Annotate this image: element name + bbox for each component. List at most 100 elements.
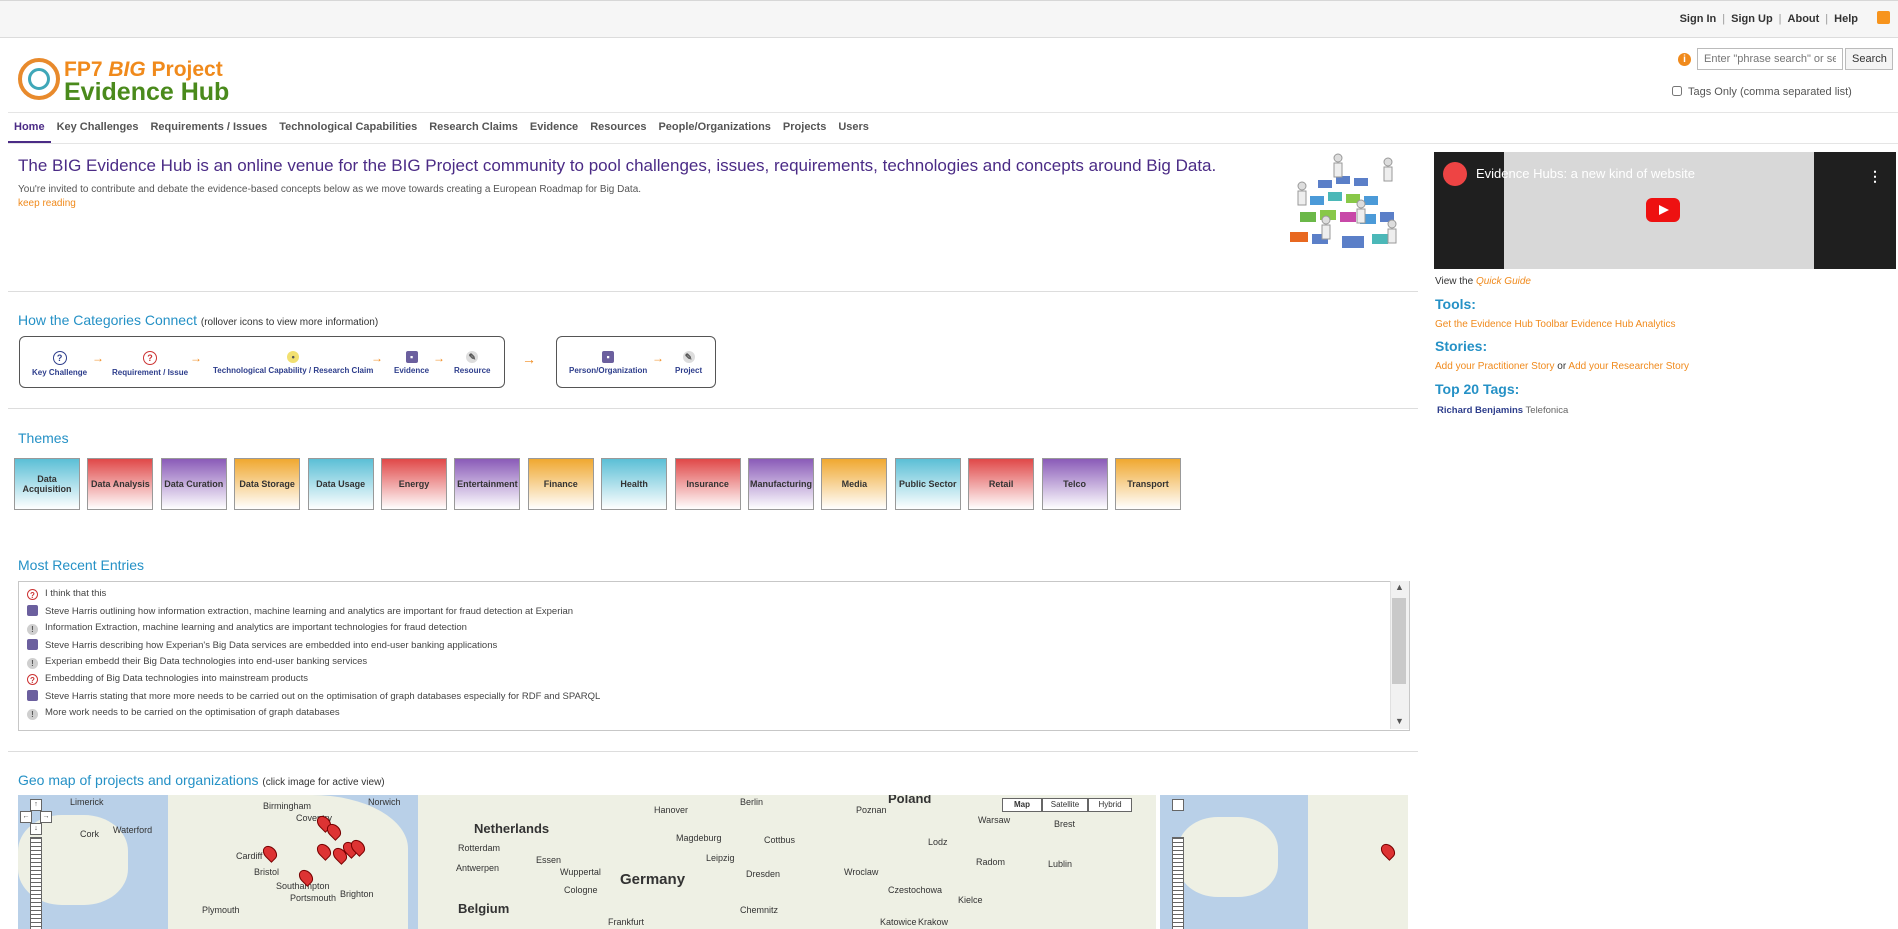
about-link[interactable]: About <box>1788 13 1820 25</box>
tags-only-checkbox[interactable] <box>1672 86 1682 96</box>
recent-entry[interactable]: Steve Harris stating that more more need… <box>27 690 600 702</box>
theme-tile[interactable]: Health <box>601 458 668 510</box>
recent-entries-list[interactable]: ? I think that this Steve Harris outlining… <box>18 581 1410 731</box>
zoom-slider[interactable] <box>30 837 42 929</box>
theme-tile[interactable]: Manufacturing <box>748 458 814 510</box>
recent-entry-text: Steve Harris describing how Experian's B… <box>45 640 498 651</box>
map-label: Bristol <box>254 867 280 877</box>
video-menu-icon[interactable]: ⋮ <box>1868 168 1882 185</box>
nav-key-challenges[interactable]: Key Challenges <box>51 113 145 141</box>
theme-tile[interactable]: Public Sector <box>894 458 961 510</box>
recent-entry[interactable]: ? I think that this <box>27 588 106 600</box>
lightbulb-icon: • <box>287 351 300 363</box>
theme-tile[interactable]: Media <box>821 458 888 510</box>
nav-requirements-issues[interactable]: Requirements / Issues <box>144 113 273 141</box>
map-label: Hanover <box>654 805 689 815</box>
top-tags-heading: Top 20 Tags: <box>1435 381 1520 397</box>
theme-tile[interactable]: Data Usage <box>307 458 374 510</box>
nav-projects[interactable]: Projects <box>777 113 832 141</box>
category-requirement-issue[interactable]: ? Requirement / Issue <box>112 351 188 377</box>
map-label: Frankfurt <box>608 917 645 927</box>
theme-tile[interactable]: Telco <box>1041 458 1108 510</box>
divider <box>8 291 1418 292</box>
recent-heading: Most Recent Entries <box>18 557 145 573</box>
scroll-down-icon[interactable]: ▼ <box>1395 716 1404 726</box>
recent-entry[interactable]: ! Information Extraction, machine learnin… <box>27 622 467 635</box>
arrow-icon: → <box>522 351 536 367</box>
help-link[interactable]: Help <box>1834 13 1858 25</box>
pan-up-icon[interactable] <box>1172 799 1184 811</box>
recent-entry[interactable]: ? Embedding of Big Data technologies into… <box>27 673 308 685</box>
video-title: Evidence Hubs: a new kind of website <box>1476 166 1695 181</box>
researcher-story-link[interactable]: Add your Researcher Story <box>1568 361 1689 372</box>
search-input[interactable] <box>1697 48 1843 70</box>
pan-right-icon[interactable]: → <box>40 811 52 823</box>
category-evidence[interactable]: ▪ Evidence <box>394 351 429 375</box>
scroll-up-icon[interactable]: ▲ <box>1395 582 1404 592</box>
requirement-icon: ? <box>143 351 158 365</box>
claim-icon: ! <box>27 709 38 720</box>
intro-video[interactable]: Evidence Hubs: a new kind of website ⋮ <box>1434 152 1896 269</box>
nav-users[interactable]: Users <box>832 113 875 141</box>
theme-tile[interactable]: Finance <box>527 458 594 510</box>
organization-icon: ▪ <box>602 351 615 363</box>
map-type-hybrid-button[interactable]: Hybrid <box>1088 798 1132 812</box>
toolbar-link[interactable]: Get the Evidence Hub Toolbar <box>1435 319 1568 330</box>
geo-map-heading: Geo map of projects and organizations (c… <box>18 772 385 788</box>
theme-tile[interactable]: Insurance <box>674 458 741 510</box>
map-type-map-button[interactable]: Map <box>1002 798 1042 812</box>
theme-tile[interactable]: Data Acquisition <box>14 458 80 510</box>
recent-entry[interactable]: ! Experian embedd their Big Data technolo… <box>27 656 367 669</box>
theme-tile[interactable]: Data Analysis <box>87 458 154 510</box>
analytics-link[interactable]: Evidence Hub Analytics <box>1571 319 1676 330</box>
category-technological-capability[interactable]: • Technological Capability / Research Cla… <box>213 351 373 375</box>
keep-reading-link[interactable]: keep reading <box>18 198 76 209</box>
practitioner-story-link[interactable]: Add your Practitioner Story <box>1435 361 1555 372</box>
theme-tile[interactable]: Data Curation <box>160 458 227 510</box>
sign-in-link[interactable]: Sign In <box>1680 13 1717 25</box>
pan-up-icon[interactable]: ↑ <box>30 799 42 811</box>
category-project[interactable]: ✎ Project <box>675 351 702 375</box>
sign-up-link[interactable]: Sign Up <box>1731 13 1773 25</box>
tags-only-option[interactable]: Tags Only (comma separated list) <box>1672 86 1852 98</box>
pan-left-icon[interactable]: ← <box>20 811 32 823</box>
pan-down-icon[interactable]: ↓ <box>30 823 42 835</box>
nav-evidence[interactable]: Evidence <box>524 113 584 141</box>
theme-tile[interactable]: Data Storage <box>234 458 301 510</box>
zoom-slider[interactable] <box>1172 837 1184 929</box>
rss-icon[interactable] <box>1877 11 1890 24</box>
nav-resources[interactable]: Resources <box>584 113 652 141</box>
map-label: Lublin <box>1048 859 1073 869</box>
tools-heading: Tools: <box>1435 296 1476 312</box>
nav-research-claims[interactable]: Research Claims <box>423 113 524 141</box>
nav-people-organizations[interactable]: People/Organizations <box>652 113 776 141</box>
nav-home[interactable]: Home <box>8 113 51 143</box>
map-label: Krakow <box>918 917 949 927</box>
map-type-satellite-button[interactable]: Satellite <box>1042 798 1088 812</box>
category-person-organization[interactable]: ▪ Person/Organization <box>569 351 647 375</box>
logo-swirl-icon <box>18 58 60 100</box>
recent-entry[interactable]: ! More work needs to be carried on the op… <box>27 707 340 720</box>
quick-guide-link[interactable]: Quick Guide <box>1476 276 1531 287</box>
info-icon[interactable]: i <box>1678 53 1691 66</box>
tag-link[interactable]: Richard Benjamins <box>1437 405 1523 416</box>
category-key-challenge[interactable]: ? Key Challenge <box>32 351 87 377</box>
arrow-icon: → <box>371 351 383 365</box>
tag-link[interactable]: Telefonica <box>1526 405 1569 416</box>
map-label-country: Poland <box>888 795 932 806</box>
recent-entry[interactable]: Steve Harris outlining how information e… <box>27 605 573 617</box>
search-button[interactable]: Search <box>1845 48 1893 70</box>
scrollbar-thumb[interactable] <box>1392 598 1406 684</box>
arrow-icon: → <box>190 351 202 365</box>
theme-tile[interactable]: Energy <box>381 458 447 510</box>
recent-entry[interactable]: Steve Harris describing how Experian's B… <box>27 639 497 651</box>
nav-technological-capabilities[interactable]: Technological Capabilities <box>273 113 423 141</box>
theme-tile[interactable]: Transport <box>1115 458 1181 510</box>
play-button-icon[interactable] <box>1646 198 1680 222</box>
theme-tile[interactable]: Retail <box>968 458 1035 510</box>
geo-map-image[interactable]: Limerick Birmingham Norwich Cork Waterfo… <box>18 795 1408 929</box>
theme-tile[interactable]: Entertainment <box>454 458 521 510</box>
recent-entry-text: Information Extraction, machine learning… <box>45 622 467 633</box>
map-label: Katowice <box>880 917 917 927</box>
category-resource[interactable]: ✎ Resource <box>454 351 490 375</box>
